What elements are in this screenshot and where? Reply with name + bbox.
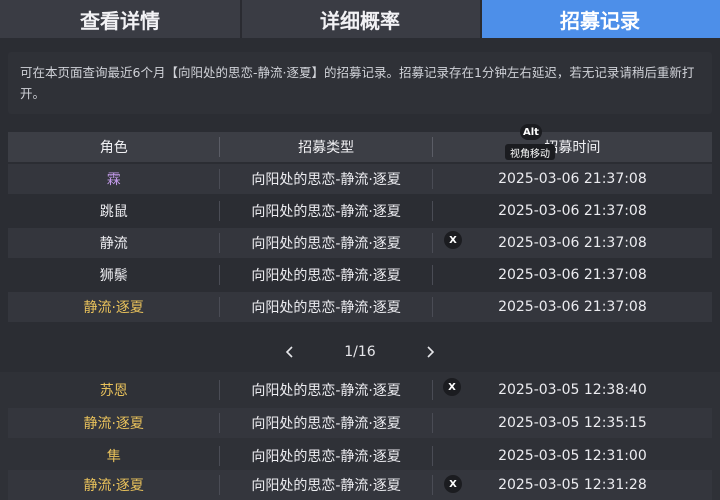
recruit-time: 2025-03-06 21:37:08 [498, 235, 647, 251]
recruit-type: 向阳处的思恋-静流·逐夏 [251, 172, 401, 188]
tab-view-details[interactable]: 查看详情 [0, 0, 240, 38]
character-name: 静流·逐夏 [83, 416, 144, 432]
notice-text: 可在本页面查询最近6个月【向阳处的思恋-静流·逐夏】的招募记录。招募记录存在1分… [8, 52, 712, 114]
header-character: 角色 [99, 140, 128, 156]
tab-bar: 查看详情 详细概率 招募记录 [0, 0, 720, 38]
chevron-left-icon[interactable] [280, 342, 300, 362]
recruit-type: 向阳处的思恋-静流·逐夏 [251, 478, 401, 494]
recruit-type: 向阳处的思恋-静流·逐夏 [251, 204, 401, 220]
recruit-type: 向阳处的思恋-静流·逐夏 [251, 236, 401, 252]
recruit-type: 向阳处的思恋-静流·逐夏 [251, 383, 401, 399]
character-name: 霖 [106, 172, 121, 188]
tab-detailed-probability[interactable]: 详细概率 [240, 0, 480, 38]
recruit-time: 2025-03-05 12:31:28 [498, 477, 647, 493]
table-row: 霖 向阳处的思恋-静流·逐夏 2025-03-06 21:37:08 [8, 164, 712, 194]
table-row: 静流·逐夏 向阳处的思恋-静流·逐夏 2025-03-06 21:37:08 [8, 292, 712, 322]
tab-divider [480, 0, 482, 38]
table-row: 狮鬃 向阳处的思恋-静流·逐夏 2025-03-06 21:37:08 [8, 260, 712, 290]
tab-recruit-records[interactable]: 招募记录 [480, 0, 720, 38]
recruit-time: 2025-03-05 12:38:40 [498, 382, 647, 398]
table-row: 隼 向阳处的思恋-静流·逐夏 2025-03-05 12:31:00 [8, 441, 712, 471]
recruit-time: 2025-03-06 21:37:08 [498, 203, 647, 219]
alt-key-hint: Alt [520, 124, 542, 140]
recruit-time: 2025-03-06 21:37:08 [498, 299, 647, 315]
camera-move-hint: 视角移动 [505, 144, 555, 160]
recruit-time: 2025-03-05 12:35:15 [498, 415, 647, 431]
close-icon[interactable]: X [444, 231, 462, 249]
header-recruit-type: 招募类型 [298, 140, 355, 156]
table-row: 静流·逐夏 向阳处的思恋-静流·逐夏 2025-03-05 12:31:28 [8, 470, 712, 500]
character-name: 隼 [106, 449, 121, 465]
table-row: 跳鼠 向阳处的思恋-静流·逐夏 2025-03-06 21:37:08 [8, 196, 712, 226]
table-header: 角色 招募类型 招募时间 [8, 132, 712, 162]
recruit-type: 向阳处的思恋-静流·逐夏 [251, 416, 401, 432]
character-name: 狮鬃 [99, 268, 128, 284]
recruit-type: 向阳处的思恋-静流·逐夏 [251, 449, 401, 465]
page-indicator: 1/16 [344, 344, 376, 360]
recruit-time: 2025-03-05 12:31:00 [498, 448, 647, 464]
table-row: 苏恩 向阳处的思恋-静流·逐夏 2025-03-05 12:38:40 [8, 375, 712, 405]
table-row: 静流·逐夏 向阳处的思恋-静流·逐夏 2025-03-05 12:35:15 [8, 408, 712, 438]
recruit-time: 2025-03-06 21:37:08 [498, 171, 647, 187]
close-icon[interactable]: X [443, 378, 461, 396]
tab-divider [240, 0, 242, 38]
recruit-time: 2025-03-06 21:37:08 [498, 267, 647, 283]
recruit-type: 向阳处的思恋-静流·逐夏 [251, 300, 401, 316]
character-name: 跳鼠 [99, 204, 128, 220]
chevron-right-icon[interactable] [420, 342, 440, 362]
close-icon[interactable]: X [444, 475, 462, 493]
character-name: 静流·逐夏 [83, 478, 144, 494]
table-row: 静流 向阳处的思恋-静流·逐夏 2025-03-06 21:37:08 [8, 228, 712, 258]
character-name: 静流 [99, 236, 128, 252]
character-name: 苏恩 [99, 383, 128, 399]
recruit-type: 向阳处的思恋-静流·逐夏 [251, 268, 401, 284]
character-name: 静流·逐夏 [83, 300, 144, 316]
pagination: 1/16 [0, 336, 720, 368]
header-recruit-time: 招募时间 [544, 140, 601, 156]
